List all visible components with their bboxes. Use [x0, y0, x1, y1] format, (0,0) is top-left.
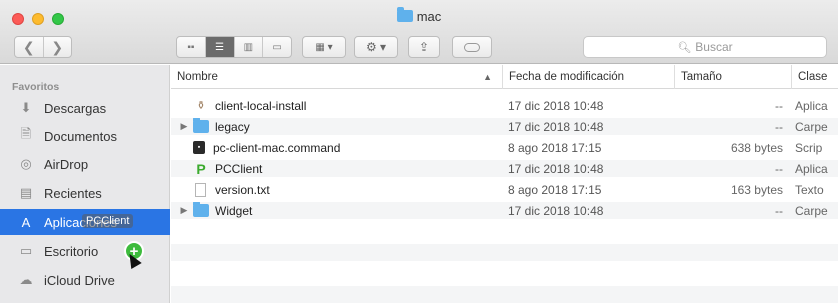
share-icon: ⇪	[418, 40, 430, 54]
gallery-view-button[interactable]: ▭	[263, 37, 291, 57]
folder-icon	[396, 7, 413, 22]
recents-icon: ▤	[19, 185, 33, 200]
file-row[interactable]: P PCClient 17 dic 2018 10:48 -- Aplica	[171, 160, 838, 177]
file-date: 8 ago 2018 17:15	[508, 140, 602, 155]
file-kind: Texto	[795, 182, 824, 197]
airdrop-icon: ◎	[20, 156, 32, 171]
sidebar-item-recientes[interactable]: ▤ Recientes	[0, 180, 170, 206]
sidebar-item-label: Descargas	[44, 100, 107, 116]
icon-view-button[interactable]: ▪▪	[177, 37, 206, 57]
forward-button[interactable]: ❯	[44, 39, 72, 56]
file-date: 8 ago 2018 17:15	[508, 182, 602, 197]
folder-icon	[193, 118, 209, 133]
back-button[interactable]: ❮	[15, 39, 43, 56]
sidebar-item-label: Escritorio	[44, 243, 99, 259]
text-file-icon	[195, 182, 206, 197]
file-name: client-local-install	[215, 98, 307, 113]
sidebar-item-escritorio[interactable]: ▭ Escritorio +	[0, 238, 170, 264]
search-icon: 🔍︎	[677, 41, 692, 54]
file-kind: Scrip	[795, 140, 823, 155]
sidebar-item-label: Documentos	[44, 128, 117, 144]
cloud-icon: ☁	[19, 272, 33, 287]
navigation-buttons: ❮ ❯	[14, 36, 72, 58]
file-date: 17 dic 2018 10:48	[508, 119, 604, 134]
file-kind: Carpe	[795, 203, 828, 218]
documents-icon: 🗎	[20, 126, 32, 141]
file-name: Widget	[215, 203, 253, 218]
sidebar-item-documentos[interactable]: 🗎 Documentos	[0, 123, 170, 149]
file-name: version.txt	[215, 182, 270, 197]
file-kind: Carpe	[795, 119, 828, 134]
file-row[interactable]: ▶ legacy 17 dic 2018 10:48 -- Carpe	[171, 118, 838, 135]
window-title: mac	[0, 7, 838, 24]
column-header-name[interactable]: Nombre ▲	[171, 65, 502, 89]
sidebar-item-descargas[interactable]: ⬇ Descargas	[0, 95, 170, 121]
package-icon: ⚱	[196, 100, 206, 112]
column-header-date[interactable]: Fecha de modificación	[502, 65, 674, 89]
grid-arrange-icon: ▦ ▾	[315, 41, 333, 53]
sidebar-item-label: iCloud Drive	[44, 272, 115, 288]
file-size: 163 bytes	[730, 182, 783, 197]
window-toolbar: mac ❮ ❯ ▪▪ ☰ ▥ ▭ ▦ ▾ ⚙ ▾ ⇪ 🔍︎ Buscar	[0, 0, 838, 64]
file-size: 638 bytes	[730, 140, 783, 155]
arrange-button[interactable]: ▦ ▾	[302, 36, 346, 58]
file-row[interactable]: ▪ pc-client-mac.command 8 ago 2018 17:15…	[171, 139, 838, 156]
sidebar-section-header: Favoritos	[12, 81, 60, 93]
file-kind: Aplica	[795, 161, 828, 176]
share-button[interactable]: ⇪	[408, 36, 440, 58]
sidebar-item-airdrop[interactable]: ◎ AirDrop	[0, 151, 170, 177]
tag-icon	[464, 42, 480, 52]
file-name: pc-client-mac.command	[213, 140, 341, 155]
sidebar-item-label: AirDrop	[44, 156, 89, 172]
app-icon: P	[196, 160, 206, 177]
script-icon: ▪	[193, 141, 205, 154]
file-date: 17 dic 2018 10:48	[508, 98, 604, 113]
sidebar: Favoritos ⬇ Descargas 🗎 Documentos ◎ Air…	[0, 65, 170, 303]
folder-icon	[193, 202, 209, 217]
file-row[interactable]: version.txt 8 ago 2018 17:15 163 bytes T…	[171, 181, 838, 198]
file-date: 17 dic 2018 10:48	[508, 161, 604, 176]
download-icon: ⬇	[20, 100, 32, 115]
file-kind: Aplica	[795, 98, 828, 113]
file-size: --	[775, 98, 783, 113]
file-name: legacy	[215, 119, 250, 134]
disclosure-triangle-icon[interactable]: ▶	[177, 205, 191, 216]
empty-row	[171, 286, 838, 303]
column-header-size[interactable]: Tamaño	[674, 65, 791, 89]
empty-row	[171, 265, 838, 282]
sidebar-item-aplicaciones[interactable]: A Aplicaciones PCClient	[0, 209, 170, 235]
column-view-button[interactable]: ▥	[235, 37, 264, 57]
file-name: PCClient	[215, 161, 263, 176]
search-placeholder: Buscar	[695, 40, 733, 54]
view-mode-buttons: ▪▪ ☰ ▥ ▭	[176, 36, 292, 58]
file-size: --	[775, 161, 783, 176]
empty-row	[171, 244, 838, 261]
search-field[interactable]: 🔍︎ Buscar	[583, 36, 827, 58]
disclosure-triangle-icon[interactable]: ▶	[177, 121, 191, 132]
column-header-row: Nombre ▲ Fecha de modificación Tamaño Cl…	[171, 65, 838, 89]
drag-preview-label: PCClient	[82, 214, 134, 228]
sidebar-item-label: Recientes	[44, 185, 102, 201]
action-button[interactable]: ⚙ ▾	[354, 36, 398, 58]
sort-ascending-icon: ▲	[483, 72, 492, 82]
file-size: --	[775, 203, 783, 218]
gear-icon: ⚙ ▾	[365, 40, 387, 54]
column-header-kind[interactable]: Clase	[791, 65, 838, 89]
file-row[interactable]: ▶ Widget 17 dic 2018 10:48 -- Carpe	[171, 202, 838, 219]
applications-icon: A	[21, 214, 31, 230]
desktop-icon: ▭	[19, 243, 33, 258]
file-date: 17 dic 2018 10:48	[508, 203, 604, 218]
tag-button[interactable]	[452, 36, 492, 58]
empty-row	[171, 223, 838, 240]
sidebar-item-icloud-drive[interactable]: ☁ iCloud Drive	[0, 267, 170, 293]
file-size: --	[775, 119, 783, 134]
list-view-button[interactable]: ☰	[205, 37, 235, 57]
file-row[interactable]: ⚱ client-local-install 17 dic 2018 10:48…	[171, 97, 838, 114]
